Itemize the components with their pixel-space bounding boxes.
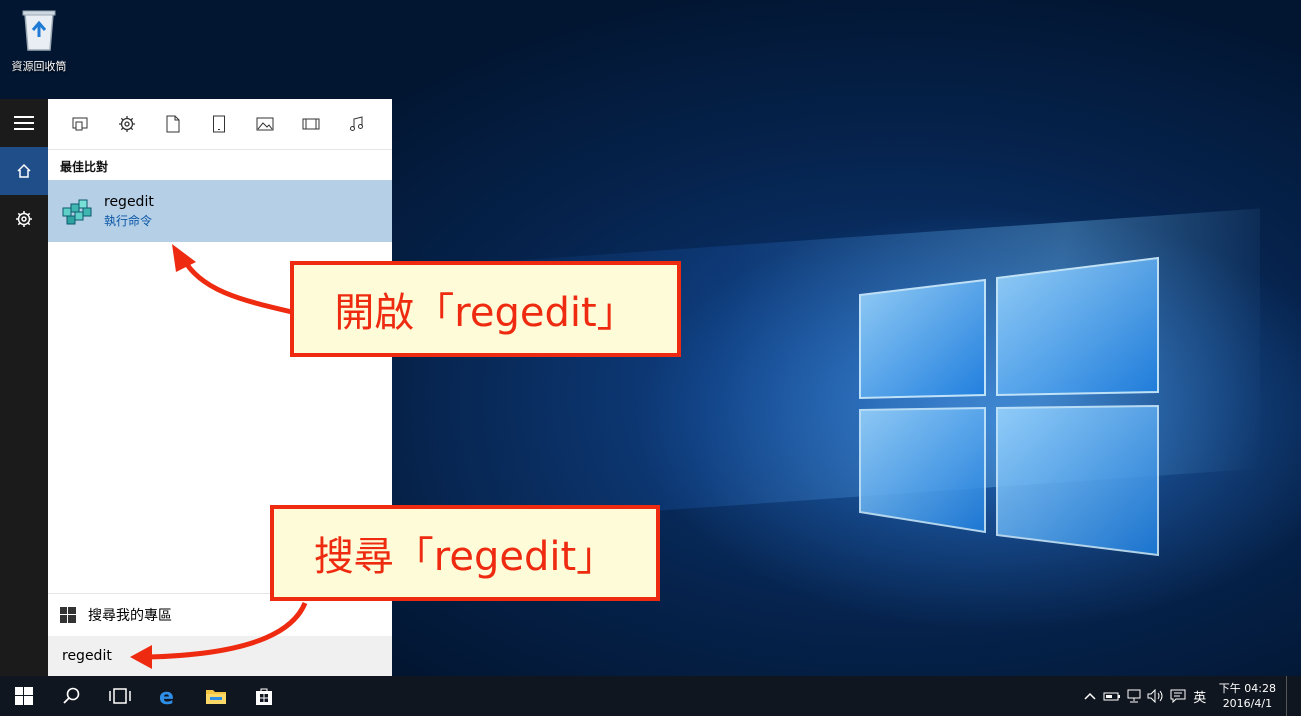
settings-icon bbox=[16, 211, 32, 227]
clock[interactable]: 下午 04:28 2016/4/1 bbox=[1219, 681, 1276, 711]
network-tray-button[interactable] bbox=[1123, 676, 1145, 716]
task-view-icon bbox=[109, 688, 131, 704]
registry-editor-icon bbox=[62, 199, 92, 225]
clock-time: 下午 04:28 bbox=[1218, 682, 1276, 695]
notification-icon bbox=[1170, 689, 1186, 703]
start-rail bbox=[0, 99, 48, 676]
callout-open-regedit: 開啟「regedit」 bbox=[290, 261, 681, 357]
windows-logo-icon bbox=[60, 607, 76, 623]
input-language-indicator[interactable]: 英 bbox=[1189, 676, 1211, 716]
filter-music[interactable] bbox=[334, 104, 380, 144]
home-button[interactable] bbox=[0, 147, 48, 195]
menu-button[interactable] bbox=[0, 99, 48, 147]
settings-icon bbox=[119, 116, 135, 132]
store-button[interactable] bbox=[240, 676, 288, 716]
photo-icon bbox=[256, 117, 274, 131]
clock-date: 2016/4/1 bbox=[1222, 697, 1273, 710]
apps-icon bbox=[72, 117, 88, 131]
chevron-up-icon bbox=[1084, 692, 1096, 700]
task-view-button[interactable] bbox=[96, 676, 144, 716]
network-icon bbox=[1127, 689, 1141, 703]
search-filter-bar bbox=[48, 99, 392, 150]
folder-icon bbox=[206, 690, 226, 704]
volume-tray-button[interactable] bbox=[1145, 676, 1167, 716]
document-icon bbox=[166, 115, 180, 133]
system-tray: 英 下午 04:28 2016/4/1 bbox=[1079, 676, 1291, 716]
start-button[interactable] bbox=[0, 676, 48, 716]
edge-browser-button[interactable]: e bbox=[144, 676, 192, 716]
music-icon bbox=[350, 116, 363, 131]
best-match-heading: 最佳比對 bbox=[60, 160, 109, 174]
result-subtitle: 執行命令 bbox=[104, 213, 153, 228]
video-icon bbox=[302, 118, 320, 130]
best-match-result[interactable]: regedit 執行命令 bbox=[48, 180, 392, 242]
search-button[interactable] bbox=[48, 676, 96, 716]
svg-text:e: e bbox=[159, 685, 174, 707]
filter-photos[interactable] bbox=[242, 104, 288, 144]
taskbar: e 英 下午 04:28 2016/4/1 bbox=[0, 676, 1301, 716]
file-explorer-button[interactable] bbox=[192, 676, 240, 716]
best-match-text: regedit 執行命令 bbox=[104, 194, 154, 229]
settings-button[interactable] bbox=[0, 195, 48, 243]
show-hidden-icons-button[interactable] bbox=[1079, 676, 1101, 716]
recycle-bin-icon bbox=[22, 10, 56, 51]
filter-videos[interactable] bbox=[288, 104, 334, 144]
search-box[interactable] bbox=[48, 636, 392, 676]
callout-search-regedit: 搜尋「regedit」 bbox=[270, 505, 660, 601]
recycle-bin-label: 資源回收筒 bbox=[11, 60, 67, 73]
filter-apps[interactable] bbox=[58, 104, 104, 144]
recycle-bin-shortcut[interactable]: 資源回收筒 bbox=[4, 6, 74, 74]
my-stuff-label: 搜尋我的專區 bbox=[88, 608, 172, 624]
filter-settings[interactable] bbox=[104, 104, 150, 144]
windows-logo-icon bbox=[15, 687, 33, 705]
battery-tray-button[interactable] bbox=[1101, 676, 1123, 716]
store-icon bbox=[256, 688, 272, 705]
windows-wallpaper-logo bbox=[859, 256, 1159, 557]
tablet-icon bbox=[213, 115, 225, 133]
show-desktop-button[interactable] bbox=[1286, 676, 1291, 716]
action-center-button[interactable] bbox=[1167, 676, 1189, 716]
edge-icon: e bbox=[159, 685, 174, 707]
battery-icon bbox=[1103, 692, 1120, 701]
filter-folders[interactable] bbox=[196, 104, 242, 144]
filter-documents[interactable] bbox=[150, 104, 196, 144]
search-input[interactable] bbox=[60, 647, 364, 665]
result-name: regedit bbox=[104, 193, 154, 210]
search-icon bbox=[63, 687, 80, 704]
home-icon bbox=[17, 163, 31, 178]
hamburger-icon bbox=[14, 116, 34, 130]
speaker-icon bbox=[1147, 689, 1163, 703]
